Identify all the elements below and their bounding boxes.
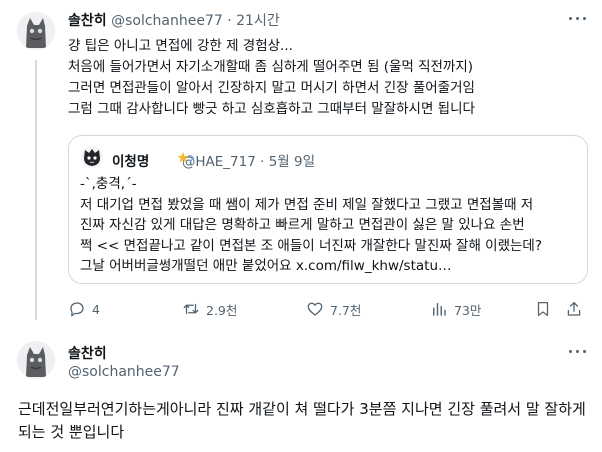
- quoted-header: 이청명 @HAE_717 · 5월 9일: [112, 150, 315, 170]
- views-button[interactable]: 73만: [430, 298, 481, 320]
- display-name[interactable]: 솔찬히: [68, 343, 107, 363]
- reply-button[interactable]: 4: [68, 298, 100, 320]
- views-icon: [433, 303, 446, 316]
- quoted-display-name: 이청명: [112, 154, 150, 170]
- cat-avatar-icon: [17, 12, 55, 50]
- bookmark-button[interactable]: [534, 298, 558, 320]
- quoted-text-line: 쩍 << 면접끝나고 같이 면접본 조 애들이 너진짜 개잘한다 말진짜 잘해 …: [80, 237, 543, 254]
- quoted-tweet[interactable]: 이청명 @HAE_717 · 5월 9일 -`,충격,´- 저 대기업 면접 봤…: [68, 135, 588, 284]
- retweet-icon: [183, 303, 199, 315]
- tweet-header: 솔찬히 @solchanhee77 · 21시간: [68, 10, 280, 30]
- tweet-text: 근데전일부러연기하는게아니라 진짜 개같이 쳐 떨다가 3분쯤 지나면 긴장 풀…: [18, 400, 586, 441]
- tweet-text-line: 걍 팁은 아니고 면접에 강한 제 경험상...: [68, 38, 293, 54]
- tweet-text-line: 그러면 면접관들이 알아서 긴장하지 말고 머시기 하면서 긴장 풀어줄거임: [68, 80, 475, 96]
- tweet-text-line: 그럼 그때 감사합니다 빵긋 하고 심호흡하고 그때부터 말잘하시면 됩니다: [68, 101, 475, 117]
- like-button[interactable]: 7.7천: [306, 298, 361, 320]
- separator: ·: [227, 13, 232, 29]
- character-avatar-icon: [81, 146, 103, 168]
- quoted-date: 5월 9일: [268, 154, 315, 170]
- like-count: 7.7천: [330, 302, 362, 318]
- quoted-avatar[interactable]: [81, 146, 103, 168]
- quoted-text-line: 그날 어버버글썽개떨던 애만 붙었어요 x.com/filw_khw/statu…: [80, 258, 452, 274]
- quoted-text-line: 진짜 자신감 있게 대답은 명확하고 빠르게 말하고 면접관이 싫은 말 있나요…: [80, 217, 525, 233]
- reply-icon: [70, 302, 84, 317]
- retweet-count: 2.9천: [206, 302, 238, 318]
- bookmark-icon: [537, 301, 549, 317]
- quoted-text-line: -`,충격,´-: [80, 176, 137, 192]
- tweet-text: 걍 팁은 아니고 면접에 강한 제 경험상... 처음에 들어가면서 자기소개할…: [68, 36, 475, 120]
- display-name[interactable]: 솔찬히: [68, 13, 107, 29]
- avatar[interactable]: [17, 12, 55, 50]
- retweet-button[interactable]: 2.9천: [182, 298, 237, 320]
- views-count: 73만: [454, 302, 482, 318]
- quoted-text-line: 저 대기업 면접 봤었을 때 쌤이 제가 면접 준비 제일 잘했다고 그랬고 면…: [80, 196, 534, 213]
- more-options-button[interactable]: [566, 343, 590, 359]
- separator: ·: [260, 154, 265, 170]
- avatar[interactable]: [17, 341, 55, 379]
- more-icon: [569, 350, 572, 353]
- reply-count: 4: [92, 301, 100, 317]
- more-options-button[interactable]: [566, 10, 590, 26]
- heart-icon: [307, 302, 323, 316]
- more-icon: [569, 17, 572, 20]
- share-button[interactable]: [565, 298, 589, 320]
- user-handle[interactable]: @solchanhee77: [111, 13, 223, 29]
- tweet-text-line: 처음에 들어가면서 자기소개할때 좀 심하게 떨어주면 됨 (울먹 직전까지): [68, 59, 474, 75]
- tweet-actions: 4 2.9천 7.7천 73만: [68, 298, 588, 322]
- user-handle[interactable]: @solchanhee77: [68, 364, 180, 380]
- cat-avatar-icon: [17, 341, 55, 379]
- thread-connector-line: [35, 60, 37, 320]
- quoted-text: -`,충격,´- 저 대기업 면접 봤었을 때 쌤이 제가 면접 준비 제일 잘…: [80, 174, 542, 277]
- emoji-badge-icon: [177, 152, 195, 164]
- share-icon: [567, 301, 581, 316]
- timestamp[interactable]: 21시간: [236, 13, 280, 29]
